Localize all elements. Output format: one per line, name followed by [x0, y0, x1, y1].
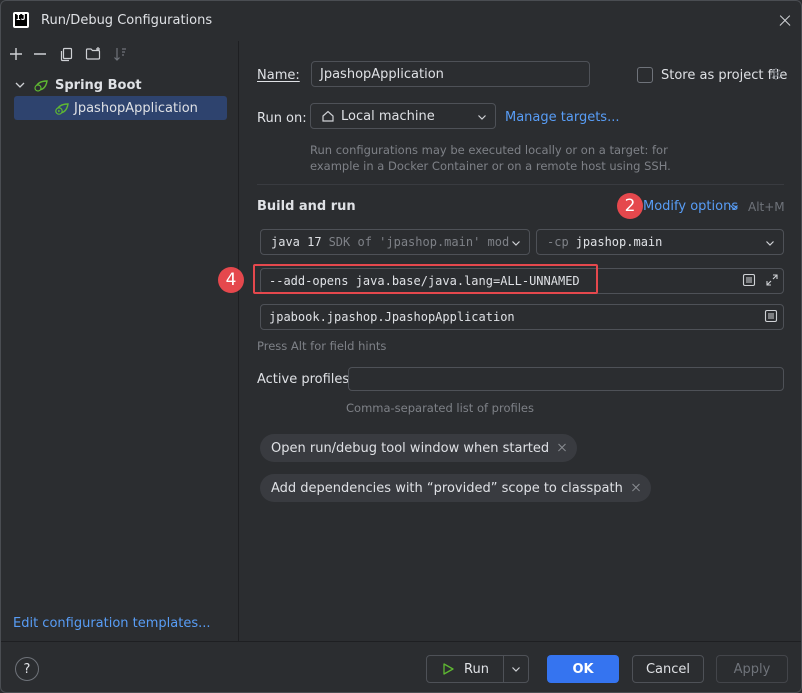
- configurations-sidebar: Spring Boot JpashopApplication Edit conf…: [1, 41, 239, 641]
- title-bar: IJ Run/Debug Configurations: [1, 1, 801, 41]
- ok-button[interactable]: OK: [547, 655, 619, 683]
- build-and-run-title: Build and run: [257, 199, 356, 214]
- jdk-select[interactable]: java 17 SDK of 'jpashop.main' mod: [260, 229, 530, 255]
- add-icon[interactable]: [7, 45, 25, 63]
- chip-open-tool-window: Open run/debug tool window when started: [260, 434, 578, 462]
- home-icon: [322, 110, 334, 122]
- chevron-down-icon: [478, 115, 486, 120]
- help-button[interactable]: ?: [15, 657, 39, 681]
- chip-label: Add dependencies with “provided” scope t…: [271, 480, 623, 496]
- copy-icon[interactable]: [58, 45, 76, 63]
- gear-icon[interactable]: [769, 67, 783, 81]
- apply-button[interactable]: Apply: [716, 655, 788, 683]
- annotation-badge-2: 2: [617, 193, 643, 219]
- classpath-flag: -cp: [547, 235, 569, 249]
- chip-label: Open run/debug tool window when started: [271, 440, 550, 456]
- cancel-button[interactable]: Cancel: [632, 655, 704, 683]
- run-debug-configurations-dialog: IJ Run/Debug Configurations Spring Boot …: [0, 0, 802, 693]
- classpath-select[interactable]: -cp jpashop.main: [536, 229, 784, 255]
- vm-options-highlight: [253, 264, 598, 294]
- intellij-logo-icon: IJ: [13, 12, 29, 28]
- play-icon: [443, 663, 454, 675]
- chevron-down-icon: [512, 667, 520, 672]
- tree-item-jpashop-application[interactable]: JpashopApplication: [14, 96, 227, 120]
- main-class-value: jpabook.jpashop.JpashopApplication: [269, 310, 515, 324]
- chevron-down-icon[interactable]: [13, 78, 27, 92]
- section-separator: [257, 184, 784, 185]
- edit-configuration-templates-link[interactable]: Edit configuration templates...: [13, 616, 211, 631]
- modify-options-link[interactable]: Modify options: [643, 199, 738, 214]
- window-title: Run/Debug Configurations: [41, 13, 213, 28]
- chip-provided-scope: Add dependencies with “provided” scope t…: [260, 474, 651, 502]
- close-icon[interactable]: [775, 11, 795, 31]
- run-button-label: Run: [464, 661, 489, 677]
- expand-text-icon[interactable]: [742, 273, 756, 287]
- run-on-select[interactable]: Local machine: [310, 103, 496, 129]
- run-on-hint-line-1: Run configurations may be executed local…: [310, 143, 668, 157]
- chevron-down-icon: [730, 205, 738, 210]
- chevron-down-icon: [766, 241, 774, 246]
- name-label: Name:: [257, 68, 300, 83]
- field-hint: Press Alt for field hints: [257, 339, 387, 353]
- remove-icon[interactable]: [31, 45, 49, 63]
- run-on-value: Local machine: [341, 108, 435, 124]
- tree-group-label: Spring Boot: [55, 77, 142, 93]
- dialog-button-bar: ? Run OK Cancel Apply: [1, 641, 801, 692]
- active-profiles-hint: Comma-separated list of profiles: [346, 401, 534, 415]
- run-on-label: Run on:: [257, 111, 307, 126]
- spring-boot-icon: [34, 80, 48, 92]
- run-button-group: Run: [426, 655, 529, 683]
- app-logo-text: IJ: [16, 13, 26, 22]
- run-on-hint-line-2: example in a Docker Container or on a re…: [310, 159, 671, 173]
- run-button[interactable]: Run: [427, 656, 503, 682]
- browse-list-icon[interactable]: [764, 309, 778, 323]
- sidebar-toolbar: [1, 41, 239, 67]
- classpath-value: jpashop.main: [575, 235, 663, 249]
- active-profiles-input[interactable]: [348, 367, 784, 391]
- tree-item-label: JpashopApplication: [74, 100, 198, 116]
- new-folder-icon[interactable]: [84, 45, 102, 63]
- main-class-input[interactable]: jpabook.jpashop.JpashopApplication: [260, 304, 784, 330]
- sort-icon[interactable]: [111, 45, 129, 63]
- jdk-detail: SDK of 'jpashop.main' mod: [328, 235, 510, 249]
- annotation-badge-4: 4: [218, 267, 244, 293]
- name-input[interactable]: JpashopApplication: [311, 61, 590, 87]
- spring-boot-run-icon: [55, 103, 69, 115]
- run-dropdown-button[interactable]: [504, 656, 528, 682]
- configuration-editor: Name: JpashopApplication Store as projec…: [218, 41, 801, 641]
- tree-group-spring-boot[interactable]: Spring Boot: [13, 73, 233, 97]
- active-profiles-label: Active profiles:: [257, 372, 354, 387]
- store-as-project-file-checkbox[interactable]: [637, 67, 653, 83]
- expand-icon[interactable]: [765, 273, 779, 287]
- jdk-name: java 17: [271, 235, 322, 249]
- close-icon[interactable]: [557, 443, 567, 453]
- modify-options-shortcut: Alt+M: [748, 200, 785, 214]
- close-icon[interactable]: [631, 483, 641, 493]
- manage-targets-link[interactable]: Manage targets...: [505, 110, 619, 125]
- chevron-down-icon: [512, 241, 520, 246]
